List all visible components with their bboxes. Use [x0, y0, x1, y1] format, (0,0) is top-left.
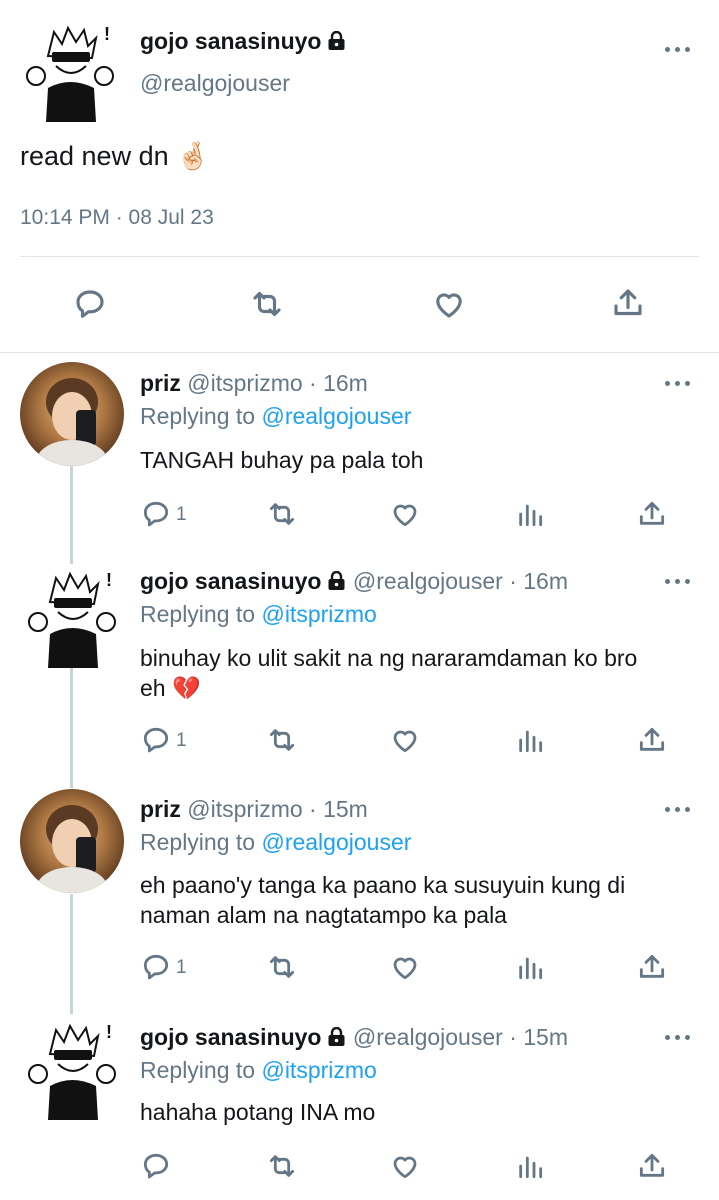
analytics-icon[interactable] [514, 1150, 546, 1187]
author-handle-time[interactable]: @realgojouser · 16m [353, 568, 568, 594]
more-icon[interactable] [665, 46, 691, 54]
lock-icon [327, 570, 346, 590]
reply-text: eh paano'y tanga ka paano ka susuyuin ku… [140, 870, 625, 930]
thread-line [70, 666, 73, 788]
svg-text:!: ! [104, 24, 110, 44]
gojo-avatar[interactable]: ! [20, 564, 124, 668]
priz-avatar[interactable] [20, 789, 124, 893]
like-icon[interactable] [388, 1150, 422, 1187]
replying-to-label: Replying to [140, 403, 256, 429]
lock-icon [327, 30, 346, 50]
retweet-icon[interactable] [265, 724, 299, 761]
reply-text: hahaha potang INA mo [140, 1097, 375, 1127]
share-icon[interactable] [636, 950, 668, 989]
like-icon[interactable] [430, 286, 468, 327]
replying-to-link[interactable]: @itsprizmo [261, 601, 376, 627]
reply-text-line: hahaha potang INA mo [140, 1099, 376, 1125]
gojo-avatar[interactable]: ! [20, 1016, 124, 1120]
lock-icon [327, 1026, 346, 1046]
like-icon[interactable] [388, 724, 422, 761]
author-name[interactable]: gojo sanasinuyo [140, 568, 321, 594]
svg-text:!: ! [106, 1022, 112, 1042]
tweet-text: read new dn [20, 141, 169, 171]
reply-count: 1 [176, 730, 187, 751]
share-icon[interactable] [636, 497, 668, 536]
tweet-timestamp[interactable]: 10:14 PM · 08 Jul 23 [20, 206, 214, 230]
reply-icon[interactable] [140, 724, 172, 761]
reply-text: binuhay ko ulit sakit na ng nararamdaman… [140, 643, 637, 703]
reply-count: 1 [176, 504, 187, 525]
replying-to-label: Replying to [140, 829, 256, 855]
like-icon[interactable] [388, 498, 422, 535]
author-handle-time[interactable]: @itsprizmo · 15m [187, 796, 368, 822]
thread-line [70, 894, 73, 1014]
analytics-icon[interactable] [514, 498, 546, 535]
more-icon[interactable] [665, 1034, 691, 1042]
reply-text-line: TANGAH buhay pa pala toh [140, 447, 424, 473]
retweet-icon[interactable] [248, 286, 286, 327]
author-name[interactable]: priz [140, 370, 181, 396]
svg-text:!: ! [106, 570, 112, 590]
replying-to-link[interactable]: @itsprizmo [261, 1057, 376, 1083]
author-handle[interactable]: @realgojouser [140, 70, 290, 97]
like-icon[interactable] [388, 951, 422, 988]
reply-icon[interactable] [140, 1150, 172, 1187]
replying-to-link[interactable]: @realgojouser [261, 829, 411, 855]
author-name[interactable]: priz [140, 796, 181, 822]
more-icon[interactable] [665, 806, 691, 814]
analytics-icon[interactable] [514, 724, 546, 761]
divider [20, 256, 699, 257]
author-name[interactable]: gojo sanasinuyo [140, 1024, 321, 1050]
reply-icon[interactable] [140, 498, 172, 535]
more-icon[interactable] [665, 380, 691, 388]
reply-text-line: naman alam na nagtatampo ka pala [140, 902, 507, 928]
author-handle-time[interactable]: @realgojouser · 15m [353, 1024, 568, 1050]
author-handle-time[interactable]: @itsprizmo · 16m [187, 370, 368, 396]
replying-to-label: Replying to [140, 601, 256, 627]
share-icon[interactable] [636, 723, 668, 762]
thread-line [70, 464, 73, 564]
reply-text-line: eh paano'y tanga ka paano ka susuyuin ku… [140, 872, 626, 898]
share-icon[interactable] [636, 1149, 668, 1188]
divider [0, 352, 719, 353]
gojo-avatar[interactable]: ! [18, 18, 122, 122]
priz-avatar[interactable] [20, 362, 124, 466]
retweet-icon[interactable] [265, 498, 299, 535]
more-icon[interactable] [665, 578, 691, 586]
retweet-icon[interactable] [265, 951, 299, 988]
share-icon[interactable] [610, 284, 646, 327]
analytics-icon[interactable] [514, 951, 546, 988]
fingers-crossed-emoji: 🤞🏻 [176, 141, 210, 171]
reply-count: 1 [176, 957, 187, 978]
reply-icon[interactable] [140, 951, 172, 988]
author-name[interactable]: gojo sanasinuyo [140, 28, 321, 54]
replying-to-link[interactable]: @realgojouser [261, 403, 411, 429]
replying-to-label: Replying to [140, 1057, 256, 1083]
reply-text-line: eh 💔 [140, 675, 201, 701]
retweet-icon[interactable] [265, 1150, 299, 1187]
reply-text-line: binuhay ko ulit sakit na ng nararamdaman… [140, 645, 638, 671]
reply-icon[interactable] [72, 286, 108, 327]
reply-text: TANGAH buhay pa pala toh [140, 445, 423, 475]
